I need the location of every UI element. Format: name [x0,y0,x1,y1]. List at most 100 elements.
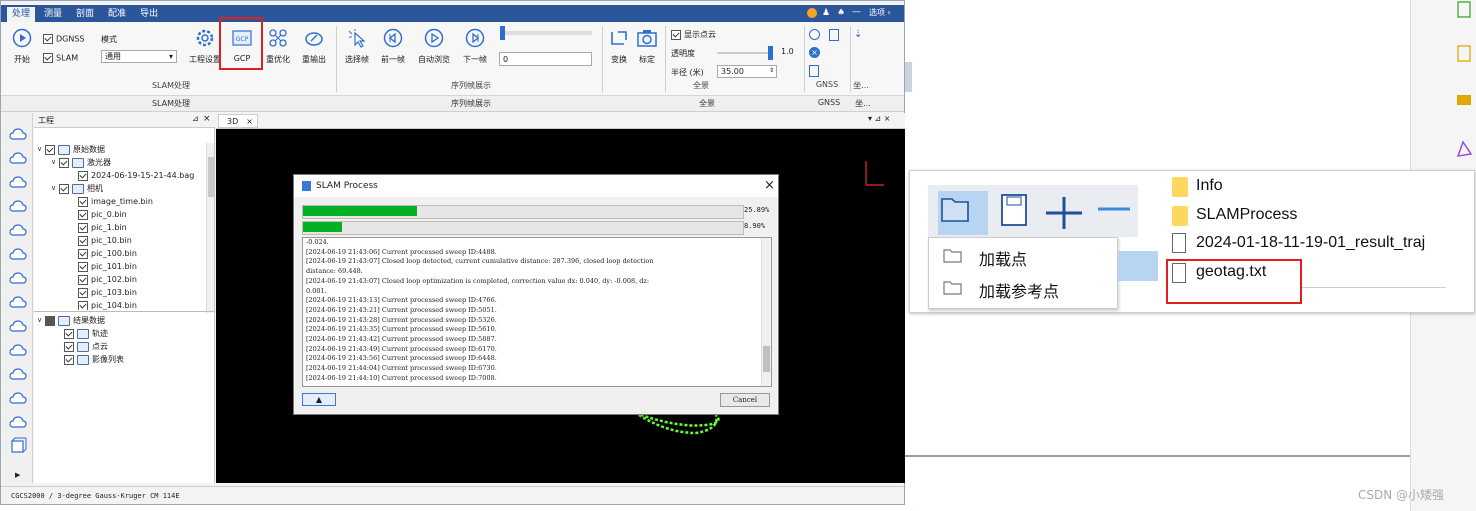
tab-profile[interactable]: 剖面 [71,7,99,22]
dgnss-checkbox[interactable]: DGNSS [43,34,85,44]
tree-node-file[interactable]: pic_101.bin [78,260,137,273]
tree-node-laser[interactable]: ∨ 激光器 [51,156,111,169]
cube-tool-icon[interactable] [9,437,27,455]
auto-browse-button[interactable]: 自动浏览 [415,28,453,65]
comment-icon[interactable] [1455,92,1473,112]
close-icon[interactable]: × [764,175,775,197]
gnss-doc-icon[interactable] [809,65,819,77]
menu-item-load-ref-point[interactable]: 加载参考点 [979,278,1059,302]
pin-icon[interactable]: ⊿ [192,114,199,123]
show-pointcloud-checkbox[interactable]: 显示点云 [671,29,716,40]
tree-node-file[interactable]: pic_100.bin [78,247,137,260]
save-icon[interactable] [998,191,1032,231]
skin-icon[interactable]: ♠ [837,8,847,18]
mode-select[interactable]: 通用 ▾ [101,50,177,63]
tree-checkbox[interactable] [78,196,88,207]
tree-node-file[interactable]: pic_104.bin [78,299,137,310]
tree-node-results[interactable]: ∨ 结果数据 [37,314,105,327]
opacity-slider-thumb[interactable] [768,46,773,60]
slam-checkbox[interactable]: SLAM [43,53,78,63]
excel-icon[interactable] [1455,0,1473,20]
panel-splitter[interactable] [34,311,215,312]
tree-scrollbar[interactable] [206,143,214,313]
tree-node-file[interactable]: pic_103.bin [78,286,137,299]
cloud-tool-icon[interactable] [9,197,27,215]
cloud-tool-icon[interactable] [9,125,27,143]
tree-node-image-list[interactable]: 影像列表 [64,353,124,366]
tree-node-camera[interactable]: ∨ 相机 [51,182,103,195]
cloud-tool-icon[interactable] [9,269,27,287]
start-button[interactable]: 开始 [9,28,35,65]
spinner-icon[interactable]: ⇕ [769,65,774,77]
gnss-file-icon[interactable] [829,29,839,41]
tree-checkbox[interactable] [78,209,88,220]
file-item-result-traj[interactable]: 2024-01-18-11-19-01_result_traj [1196,234,1425,252]
cloud-tool-icon[interactable] [9,389,27,407]
tree-node-file[interactable]: pic_102.bin [78,273,137,286]
tree-checkbox[interactable] [45,315,55,326]
tree-checkbox[interactable] [78,274,88,285]
opacity-slider[interactable] [717,46,773,60]
close-icon[interactable]: × [246,115,253,128]
chevron-down-icon[interactable]: ∨ [37,314,45,327]
tab-registration[interactable]: 配准 [103,7,131,22]
gnss-satellite-icon[interactable] [809,29,820,40]
tab-processing[interactable]: 处理 [7,7,35,22]
tree-checkbox[interactable] [78,287,88,298]
chevron-down-icon[interactable]: ∨ [51,156,59,169]
select-frame-button[interactable]: 选择帧 [341,28,373,65]
file-item-slamprocess[interactable]: SLAMProcess [1196,206,1297,224]
tree-checkbox[interactable] [78,235,88,246]
tree-node-file[interactable]: pic_1.bin [78,221,127,234]
cloud-tool-icon[interactable] [9,293,27,311]
file-item-info[interactable]: Info [1196,177,1223,195]
tree-checkbox[interactable] [78,261,88,272]
cancel-button[interactable]: Cancel [720,393,770,407]
tree-node-file[interactable]: pic_0.bin [78,208,127,221]
tree-checkbox[interactable] [78,248,88,259]
frame-slider[interactable] [500,26,592,40]
cloud-tool-icon[interactable] [9,173,27,191]
log-textarea[interactable]: -0.024. [2024-06-19 21:43:06] Current pro… [302,237,772,387]
chevron-down-icon[interactable]: ∨ [51,182,59,195]
tree-node-trajectory[interactable]: 轨迹 [64,327,108,340]
plus-icon[interactable] [1044,195,1084,231]
chevron-down-icon[interactable]: ∨ [37,143,45,156]
expand-arrow-icon[interactable]: ▶ [15,471,20,479]
options-menu[interactable]: 选项 › [869,7,891,18]
cloud-tool-icon[interactable] [9,221,27,239]
tree-checkbox[interactable] [78,300,88,310]
tree-node-raw-data[interactable]: ∨ 原始数据 [37,143,105,156]
cloud-tool-icon[interactable] [9,317,27,335]
tree-node-pointcloud[interactable]: 点云 [64,340,108,353]
file-icon[interactable] [1455,44,1473,64]
log-scrollbar[interactable] [761,238,771,386]
transform-button[interactable]: 变换 [606,28,632,65]
tree-node-file[interactable]: image_time.bin [78,195,153,208]
view-menu-icon[interactable]: ▾ ⊿ × [868,114,891,123]
collapse-button[interactable]: ▲ [302,393,336,406]
menu-item-load-point[interactable]: 加载点 [979,246,1027,270]
close-icon[interactable]: × [203,114,211,124]
tree-checkbox[interactable] [59,157,69,168]
cloud-tool-icon[interactable] [9,245,27,263]
tree-checkbox[interactable] [78,170,88,181]
radius-input[interactable]: 35.00 ⇕ [717,65,777,78]
cloud-tool-icon[interactable] [9,149,27,167]
cloud-tool-icon[interactable] [9,341,27,359]
tab-3d[interactable]: 3D × [218,114,258,128]
next-frame-button[interactable]: 下一帧 [459,28,491,65]
tree-node-bag[interactable]: 2024-06-19-15-21-44.bag [78,169,194,182]
prev-frame-button[interactable]: 前一帧 [377,28,409,65]
frame-input[interactable]: 0 [499,52,592,66]
scroll-thumb[interactable] [208,157,214,197]
tree-checkbox[interactable] [64,328,74,339]
tab-export[interactable]: 导出 [135,7,163,22]
frame-slider-thumb[interactable] [500,26,505,40]
cloud-tool-icon[interactable] [9,413,27,431]
scroll-thumb[interactable] [763,346,770,372]
tab-measure[interactable]: 测量 [39,7,67,22]
minus-icon[interactable] [1096,199,1132,219]
tree-checkbox[interactable] [64,354,74,365]
tree-checkbox[interactable] [64,341,74,352]
